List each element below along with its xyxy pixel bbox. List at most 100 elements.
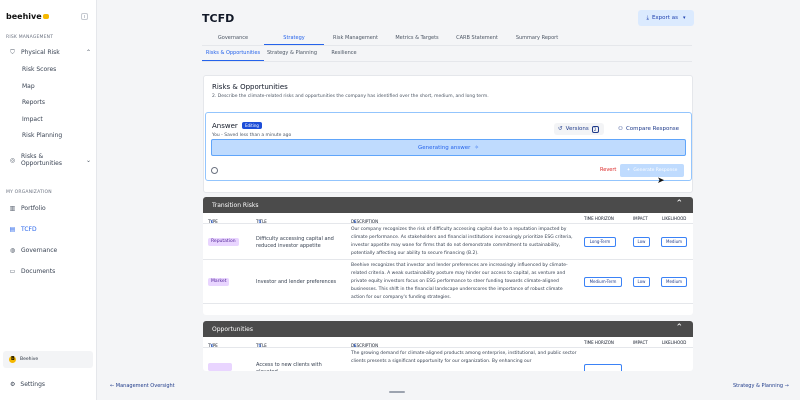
col-impact: IMPACT: [633, 340, 648, 345]
row-description: Our company recognizes the risk of diffi…: [351, 227, 573, 256]
sidebar-item-label: Documents: [21, 268, 56, 275]
chevron-up-icon[interactable]: ⌃: [675, 323, 683, 333]
editing-badge: Editing: [242, 122, 262, 129]
chevron-up-icon[interactable]: ⌃: [675, 199, 683, 209]
chevron-up-icon: ⌃: [85, 49, 91, 56]
sidebar-item-impact[interactable]: Impact: [22, 116, 43, 123]
col-time-horizon: TIME HORIZON: [584, 340, 614, 345]
ai-assistant-icon[interactable]: [211, 167, 218, 174]
prev-section-link[interactable]: ← Management Oversight: [110, 383, 175, 389]
generating-answer-box: Generating answer ✧: [211, 139, 686, 156]
bee-icon: [42, 14, 49, 19]
chevron-down-icon: ▾: [682, 15, 686, 21]
panel-title: Opportunities: [212, 325, 253, 333]
sidebar-item-documents[interactable]: ▭ Documents: [9, 268, 91, 275]
resize-grip[interactable]: [389, 391, 405, 393]
section-label-risk: RISK MANAGEMENT: [6, 35, 54, 40]
compare-response-button[interactable]: ⚇ Compare Response: [618, 123, 679, 135]
col-likelihood: LIKELIHOOD: [662, 340, 687, 345]
page-title: TCFD: [202, 12, 235, 25]
generate-response-button[interactable]: ✦ Generate Response: [620, 164, 684, 177]
type-badge: [208, 363, 232, 371]
opportunities-panel: Opportunities ⌃ TYPE ⇅ TITLE ⇅ DESCRIPTION…: [203, 321, 693, 371]
transition-risks-header[interactable]: Transition Risks ⌃: [203, 197, 693, 213]
table-row[interactable]: Market Investor and lender preferences B…: [203, 260, 693, 304]
subtab-risks-opportunities[interactable]: Risks & Opportunities: [202, 50, 264, 61]
folder-icon: ▭: [9, 268, 16, 275]
building-icon: ▥: [9, 205, 16, 212]
sidebar-item-map[interactable]: Map: [22, 83, 35, 90]
sidebar-item-risk-scores[interactable]: Risk Scores: [22, 66, 56, 73]
time-horizon-select[interactable]: Medium-Term: [584, 277, 622, 287]
tab-metrics-targets[interactable]: Metrics & Targets: [387, 35, 447, 45]
versions-count: 2: [591, 125, 599, 133]
likelihood-select[interactable]: Medium: [661, 237, 687, 247]
download-icon: ⤓: [646, 14, 649, 21]
col-impact: IMPACT: [633, 216, 648, 221]
impact-select[interactable]: Low: [633, 277, 650, 287]
subtab-strategy-planning[interactable]: Strategy & Planning: [264, 50, 320, 61]
table-row[interactable]: Reputation Difficulty accessing capital …: [203, 224, 693, 260]
tab-governance[interactable]: Governance: [202, 35, 264, 45]
sidebar-item-tcfd[interactable]: ▤ TCFD: [9, 226, 91, 233]
settings-link[interactable]: ⚙ Settings: [10, 381, 45, 388]
logo-text: beehive: [6, 12, 42, 21]
sidebar-item-portfolio[interactable]: ▥ Portfolio: [9, 205, 91, 212]
shield-icon: ⛉: [10, 49, 15, 56]
tab-carb-statement[interactable]: CARB Statement: [447, 35, 507, 45]
panel-title: Transition Risks: [212, 201, 259, 209]
org-name: Beehive: [20, 357, 39, 362]
document-icon: ▤: [9, 226, 16, 233]
impact-select[interactable]: Low: [633, 237, 650, 247]
sparkle-icon: ✧: [474, 144, 480, 151]
app-logo[interactable]: beehive: [6, 12, 49, 21]
subtab-resilience[interactable]: Resilience: [320, 50, 368, 61]
generate-label: Generate Response: [633, 168, 678, 173]
sidebar-item-governance[interactable]: ◍ Governance: [9, 247, 91, 254]
likelihood-select[interactable]: Medium: [661, 277, 687, 287]
table-row[interactable]: Access to new clients with elevated The …: [203, 348, 693, 371]
sub-tabs: Risks & Opportunities Strategy & Plannin…: [202, 50, 692, 62]
versions-button[interactable]: ↺ Versions 2: [554, 123, 604, 135]
time-horizon-select[interactable]: Long-Term: [584, 237, 616, 247]
collapse-sidebar-icon[interactable]: [81, 13, 88, 20]
table-header: TYPE ⇅ TITLE ⇅ DESCRIPTION ⇅ TIME HORIZON I…: [203, 213, 693, 224]
question-text: 2. Describe the climate-related risks an…: [212, 94, 489, 99]
sidebar-item-label: Risks & Opportunities: [21, 153, 62, 167]
chevron-down-icon: ⌄: [85, 156, 91, 164]
section-label-org: MY ORGANIZATION: [6, 190, 52, 195]
tab-strategy[interactable]: Strategy: [264, 35, 324, 45]
opportunities-header[interactable]: Opportunities ⌃: [203, 321, 693, 337]
answer-label: Answer: [212, 122, 238, 130]
org-switcher[interactable]: Beehive: [3, 351, 93, 368]
row-title: Difficulty accessing capital and reduced…: [256, 236, 334, 249]
next-label: Strategy & Planning: [733, 383, 784, 389]
sidebar-item-risk-planning[interactable]: Risk Planning: [22, 132, 62, 139]
sidebar-item-reports[interactable]: Reports: [22, 99, 45, 106]
generating-label: Generating answer: [417, 144, 471, 151]
sidebar-item-label: Governance: [21, 247, 58, 254]
export-button[interactable]: ⤓ Export as ▾: [638, 10, 694, 26]
sidebar-item-physical-risk[interactable]: ⛉ Physical Risk ⌃: [9, 49, 91, 56]
table-header: TYPE ⇅ TITLE ⇅ DESCRIPTION ⇅ TIME HORIZON I…: [203, 337, 693, 348]
revert-button[interactable]: Revert: [600, 167, 616, 173]
prev-label: Management Oversight: [115, 383, 175, 389]
row-title: Investor and lender preferences: [256, 279, 337, 285]
sidebar-item-label: Portfolio: [21, 205, 46, 212]
history-icon: ↺: [558, 126, 563, 132]
mouse-cursor-icon: ➤: [657, 176, 665, 186]
sparkle-icon: ✦: [626, 168, 631, 173]
col-likelihood: LIKELIHOOD: [662, 216, 687, 221]
settings-label: Settings: [20, 381, 45, 388]
versions-label: Versions: [565, 126, 589, 132]
gear-icon: ⚙: [10, 381, 16, 388]
tab-summary-report[interactable]: Summary Report: [507, 35, 567, 45]
transition-risks-panel: Transition Risks ⌃ TYPE ⇅ TITLE ⇅ DESCRIPT…: [203, 197, 693, 315]
target-icon: ◎: [9, 156, 16, 164]
tab-risk-management[interactable]: Risk Management: [324, 35, 387, 45]
type-badge: Market: [208, 278, 230, 286]
next-section-link[interactable]: Strategy & Planning →: [733, 383, 789, 389]
row-description: Beehive recognizes that investor and len…: [351, 263, 568, 300]
time-horizon-select[interactable]: [584, 364, 622, 371]
sidebar-item-risks-opportunities[interactable]: ◎ Risks & Opportunities ⌄: [9, 153, 91, 167]
